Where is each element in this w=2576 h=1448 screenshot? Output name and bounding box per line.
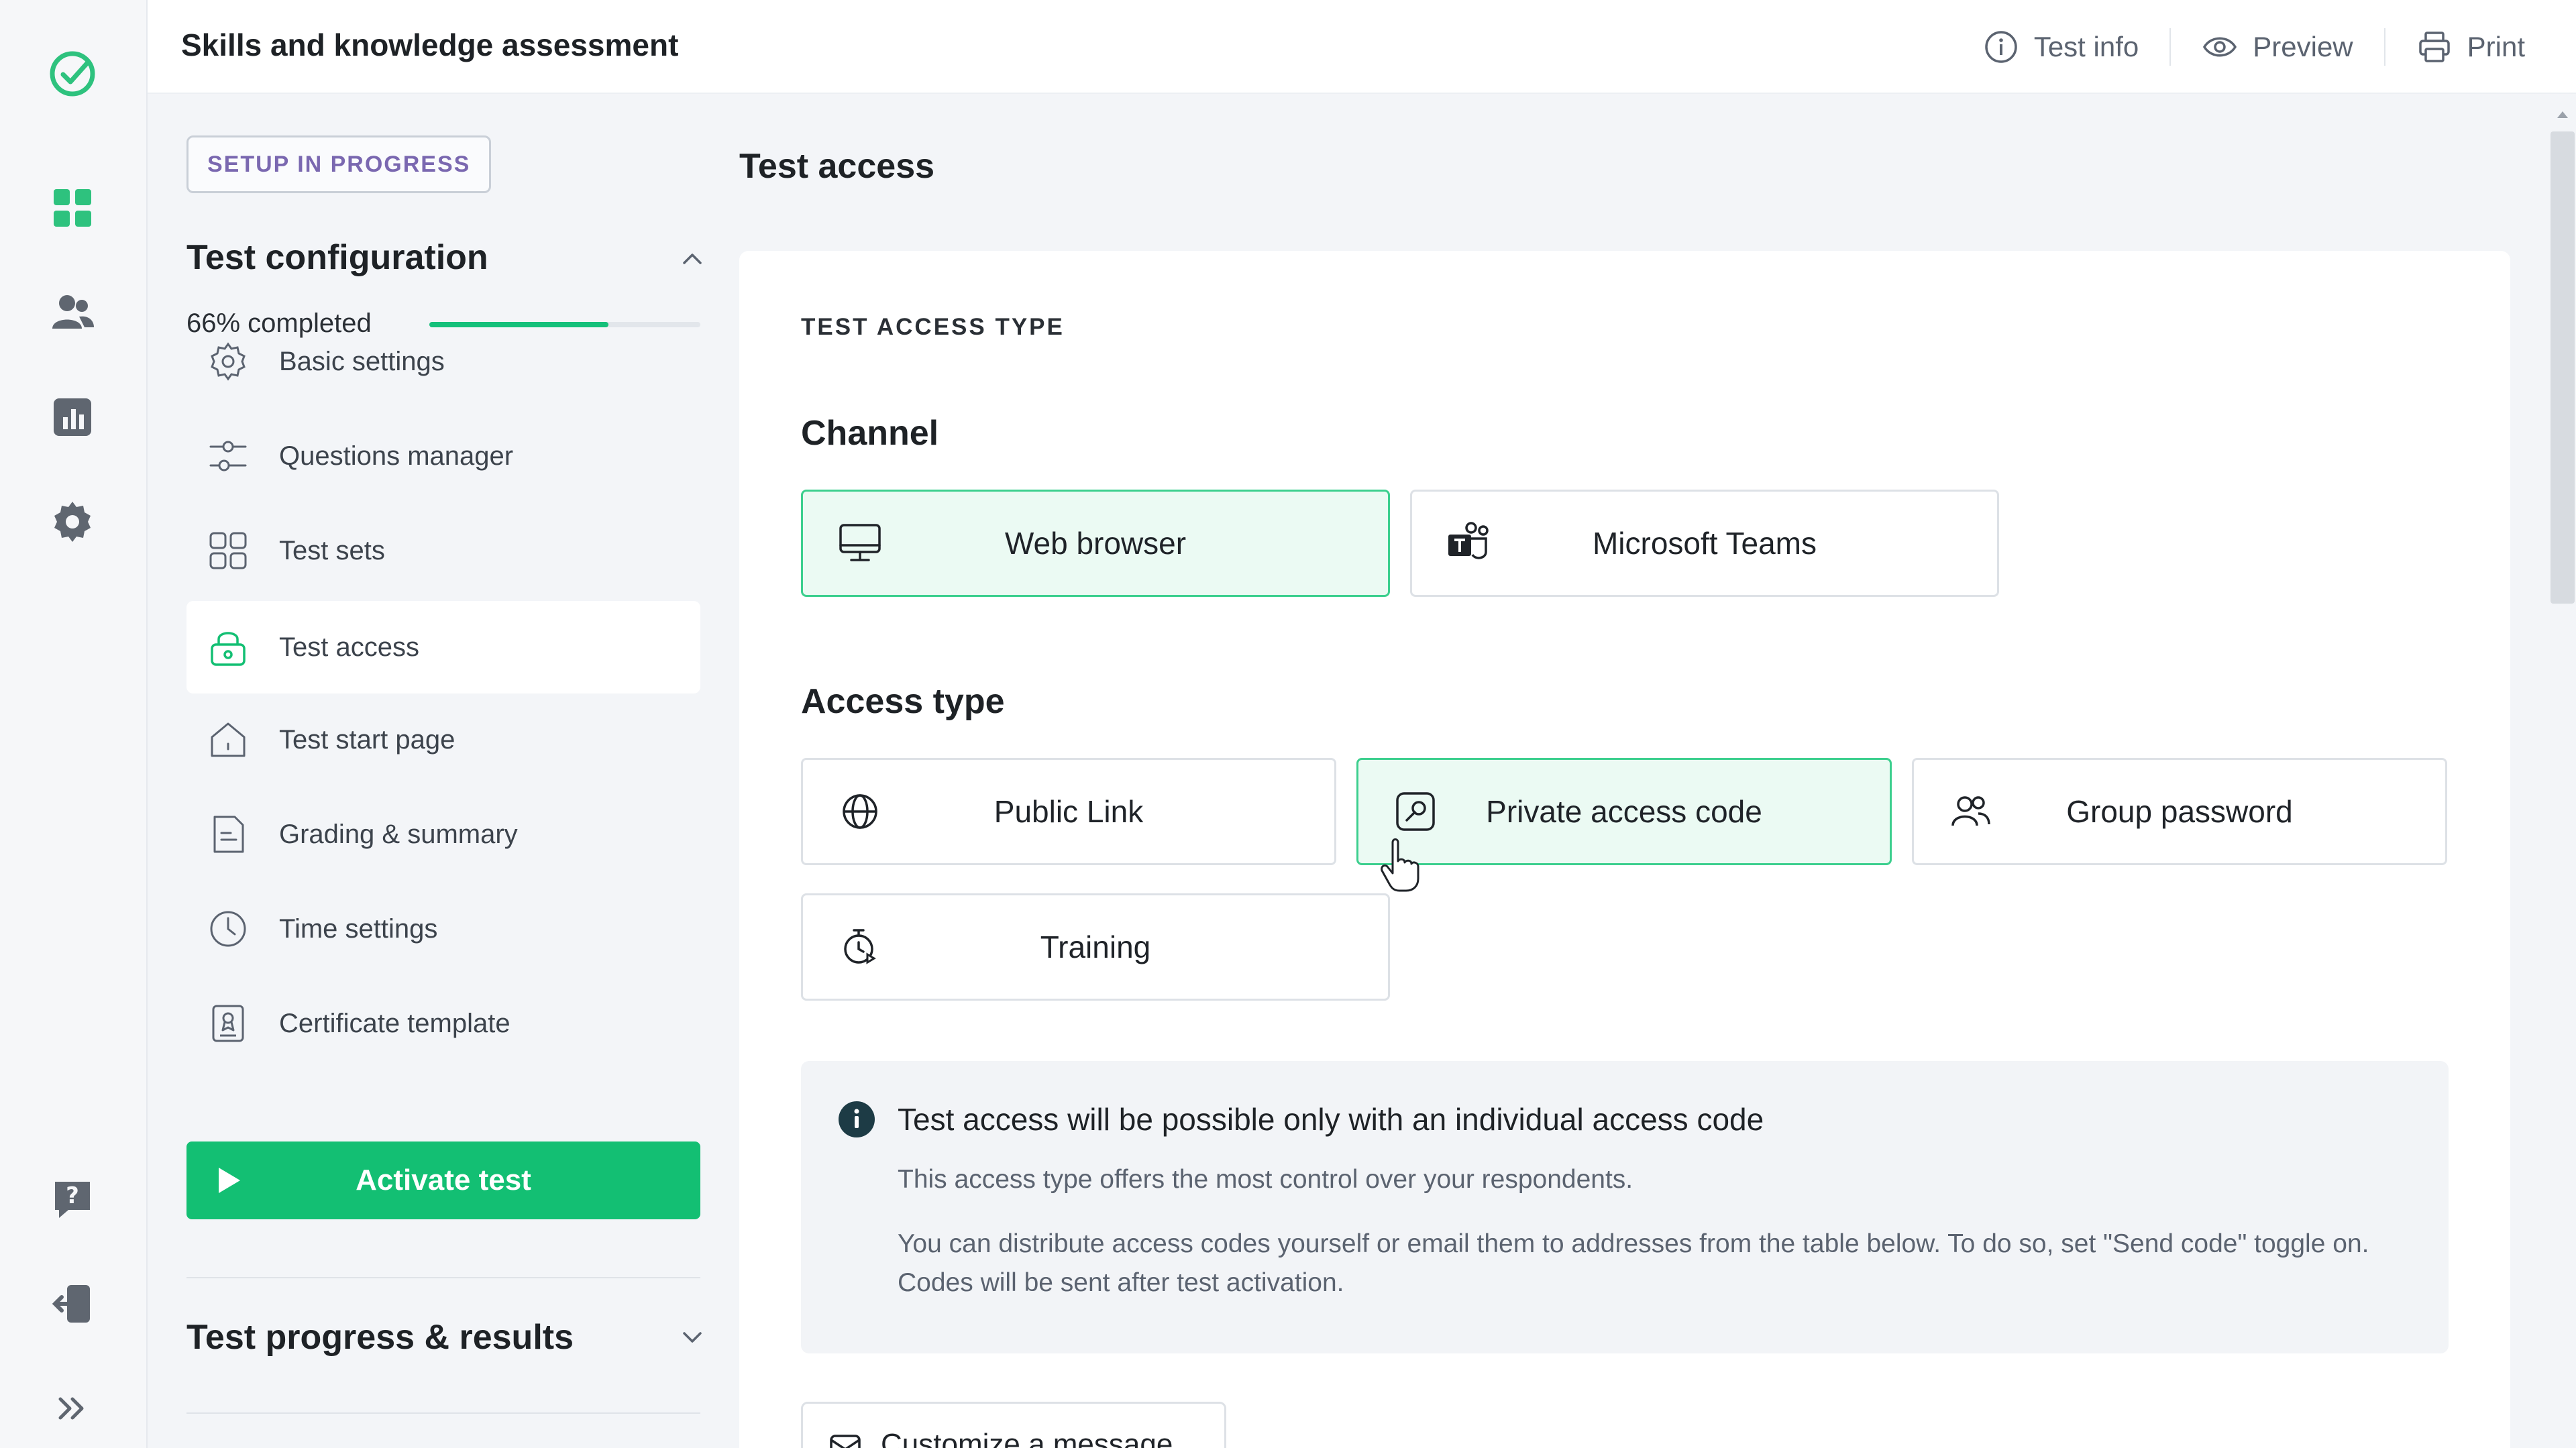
status-badge: SETUP IN PROGRESS — [186, 135, 492, 193]
clock-icon — [210, 911, 246, 947]
scroll-up-icon[interactable] — [2555, 106, 2571, 122]
play-icon — [219, 1168, 240, 1193]
group-icon — [1951, 796, 1990, 826]
menu-item-time-settings[interactable]: Time settings — [186, 883, 700, 975]
teams-icon — [1448, 522, 1489, 559]
top-bar: Skills and knowledge assessment Test inf… — [148, 0, 2576, 94]
grid-icon — [209, 532, 247, 569]
access-training[interactable]: Training — [801, 893, 1390, 1001]
menu-item-questions-manager[interactable]: Questions manager — [186, 410, 700, 502]
print-button[interactable]: Print — [2385, 24, 2556, 70]
print-label: Print — [2467, 31, 2525, 62]
info-icon — [839, 1101, 875, 1137]
monitor-icon — [839, 524, 881, 561]
document-icon — [213, 816, 244, 853]
logout-icon[interactable] — [47, 1278, 98, 1329]
info-text: You can distribute access codes yourself… — [898, 1229, 2369, 1297]
divider — [186, 1277, 700, 1278]
channel-microsoft-teams[interactable]: Microsoft Teams — [1410, 490, 1999, 597]
info-icon — [1985, 31, 2017, 63]
svg-text:?: ? — [66, 1182, 79, 1209]
test-info-label: Test info — [2033, 31, 2139, 62]
preview-label: Preview — [2253, 31, 2353, 62]
menu-label: Test access — [279, 632, 419, 662]
printer-icon — [2418, 32, 2450, 62]
menu-label: Test sets — [279, 535, 385, 565]
access-private-code[interactable]: Private access code — [1356, 758, 1892, 865]
key-icon — [1396, 792, 1435, 831]
globe-icon — [843, 794, 877, 829]
logo-icon[interactable] — [47, 48, 98, 99]
option-label: Group password — [2066, 794, 2293, 829]
config-title: Test configuration — [186, 238, 488, 277]
customize-message-button[interactable]: Customize a message — [801, 1402, 1226, 1448]
menu-label: Grading & summary — [279, 819, 518, 849]
menu-label: Questions manager — [279, 441, 514, 471]
menu-item-basic-settings[interactable]: Basic settings — [186, 315, 700, 408]
envelope-icon — [830, 1435, 861, 1448]
lock-icon — [211, 632, 246, 666]
access-group-password[interactable]: Group password — [1912, 758, 2447, 865]
hand-cursor-icon — [1381, 838, 1419, 892]
section-overline: TEST ACCESS TYPE — [801, 314, 1065, 340]
icon-rail: ? — [0, 0, 148, 1448]
menu-label: Certificate template — [279, 1008, 511, 1038]
preview-button[interactable]: Preview — [2171, 24, 2383, 70]
access-card: TEST ACCESS TYPE Channel Web browser Mic… — [739, 251, 2510, 1448]
info-title: Test access will be possible only with a… — [898, 1102, 1764, 1137]
option-label: Microsoft Teams — [1592, 526, 1817, 561]
sliders-icon — [209, 441, 247, 471]
option-label: Private access code — [1486, 794, 1762, 829]
certificate-icon — [212, 1005, 244, 1042]
top-actions: Test info Preview Print — [1952, 24, 2556, 70]
test-info-button[interactable]: Test info — [1952, 24, 2169, 70]
activate-test-button[interactable]: Activate test — [186, 1141, 700, 1219]
menu-item-certificate-template[interactable]: Certificate template — [186, 977, 700, 1070]
home-icon — [211, 722, 246, 757]
config-panel: SETUP IN PROGRESS Test configuration 66%… — [148, 94, 731, 1448]
reports-icon[interactable] — [47, 392, 98, 443]
menu-label: Time settings — [279, 913, 438, 944]
users-icon[interactable] — [47, 287, 98, 338]
access-public-link[interactable]: Public Link — [801, 758, 1336, 865]
gear-icon — [211, 342, 246, 381]
chevron-up-icon[interactable] — [678, 244, 707, 274]
menu-item-test-start-page[interactable]: Test start page — [186, 693, 700, 786]
menu-item-test-access[interactable]: Test access — [186, 601, 700, 693]
channel-web-browser[interactable]: Web browser — [801, 490, 1390, 597]
eye-icon — [2203, 37, 2237, 57]
results-title[interactable]: Test progress & results — [186, 1317, 574, 1357]
page-title: Test access — [739, 147, 935, 186]
activate-label: Activate test — [356, 1164, 531, 1196]
divider — [186, 1412, 700, 1414]
info-box: Test access will be possible only with a… — [801, 1061, 2449, 1353]
menu-label: Test start page — [279, 724, 455, 755]
help-icon[interactable]: ? — [47, 1174, 98, 1225]
info-text: This access type offers the most control… — [898, 1165, 1633, 1194]
dashboard-icon[interactable] — [47, 182, 98, 233]
option-label: Public Link — [994, 794, 1144, 829]
settings-icon[interactable] — [47, 496, 98, 547]
option-label: Web browser — [1004, 526, 1187, 561]
menu-label: Basic settings — [279, 346, 445, 376]
chevron-down-icon[interactable] — [678, 1323, 707, 1352]
channel-title: Channel — [801, 414, 939, 453]
option-label: Training — [1040, 930, 1151, 964]
customize-label: Customize a message — [881, 1428, 1173, 1448]
app-title: Skills and knowledge assessment — [181, 27, 679, 62]
menu-item-test-sets[interactable]: Test sets — [186, 504, 700, 597]
expand-icon[interactable] — [47, 1383, 98, 1434]
menu-item-grading-summary[interactable]: Grading & summary — [186, 788, 700, 881]
scrollbar-thumb[interactable] — [2551, 131, 2575, 604]
timer-icon — [844, 929, 876, 964]
access-type-title: Access type — [801, 682, 1005, 721]
